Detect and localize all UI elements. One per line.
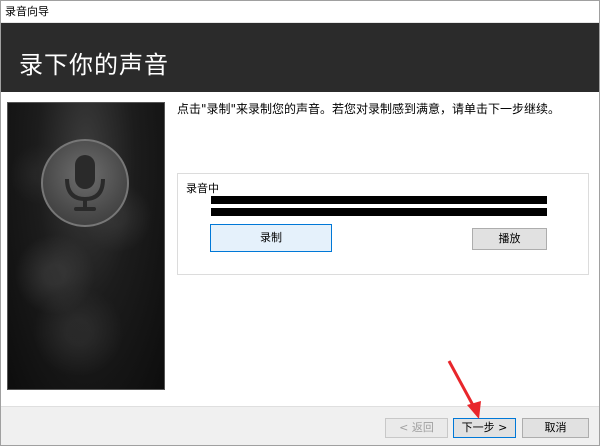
title-bar: 录音向导 — [1, 1, 599, 23]
wizard-footer: < 返回 下一步 > 取消 — [1, 406, 599, 445]
recording-groupbox: 录音中 录制 播放 — [177, 173, 589, 275]
page-title: 录下你的声音 — [19, 51, 169, 79]
header-banner: 录下你的声音 — [1, 23, 599, 92]
microphone-badge — [41, 139, 129, 227]
play-button[interactable]: 播放 — [472, 228, 547, 250]
back-button[interactable]: < 返回 — [385, 418, 448, 438]
wizard-content: 点击"录制"来录制您的声音。若您对录制感到满意，请单击下一步继续。 录音中 录制… — [1, 92, 599, 406]
cancel-button[interactable]: 取消 — [522, 418, 589, 438]
audio-level-meter-top — [211, 196, 547, 204]
microphone-icon — [65, 155, 105, 211]
instruction-text: 点击"录制"来录制您的声音。若您对录制感到满意，请单击下一步继续。 — [177, 102, 561, 116]
audio-level-meter-bottom — [211, 208, 547, 216]
side-illustration — [7, 102, 165, 390]
recording-group-label: 录音中 — [184, 180, 221, 196]
recording-wizard-window: 录音向导 录下你的声音 点击"录制"来录制您的声音。若您对录制感到满意，请单击下… — [0, 0, 600, 446]
record-button[interactable]: 录制 — [210, 224, 332, 252]
window-title: 录音向导 — [5, 5, 49, 18]
next-button[interactable]: 下一步 > — [453, 418, 516, 438]
